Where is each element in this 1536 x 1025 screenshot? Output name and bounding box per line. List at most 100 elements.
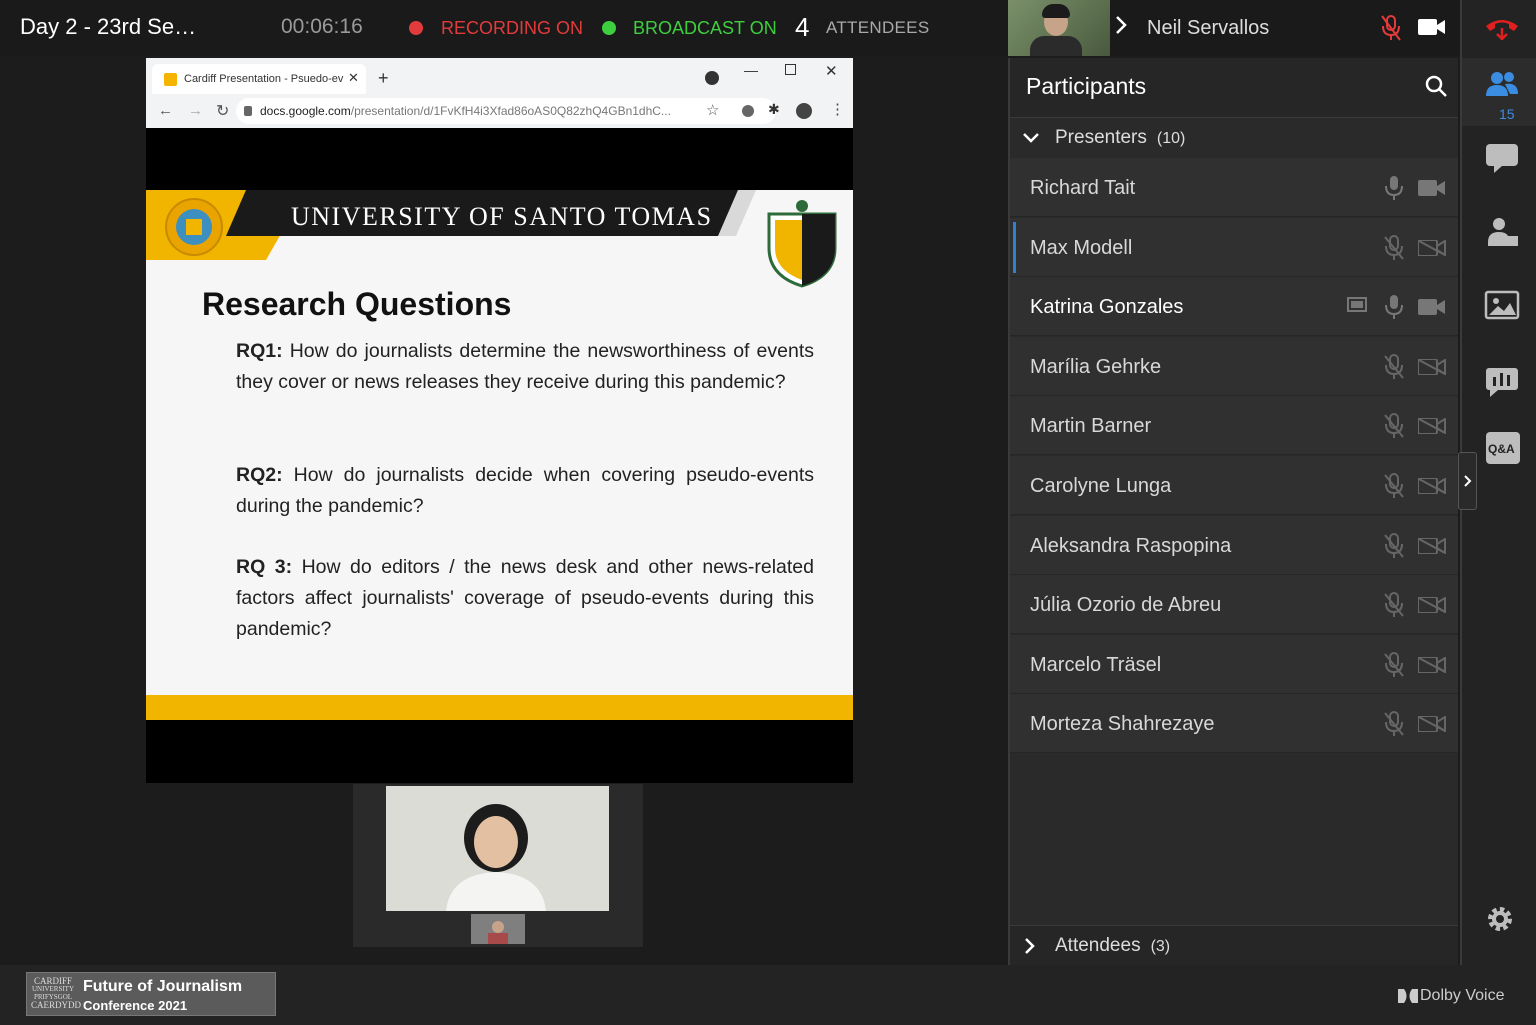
participant-name: Morteza Shahrezaye [1030, 713, 1215, 735]
recording-status: RECORDING ON [441, 18, 584, 38]
settings-gear-icon[interactable] [1484, 903, 1516, 940]
search-icon[interactable] [1424, 74, 1448, 103]
attendees-section-header[interactable]: Attendees (3) [1010, 925, 1458, 965]
mic-icon [1385, 295, 1403, 319]
record-extension-icon[interactable] [705, 71, 719, 85]
maximize-icon[interactable] [785, 64, 796, 75]
mic-muted-icon[interactable] [1380, 14, 1402, 47]
qa-icon[interactable]: Q&A [1486, 432, 1520, 464]
camera-icon [1418, 180, 1445, 196]
participant-name: Marcelo Träsel [1030, 654, 1162, 676]
camera-off-icon [1418, 538, 1446, 554]
participant-name: Carolyne Lunga [1030, 475, 1172, 497]
camera-off-icon [1418, 716, 1446, 732]
attendee-count: 4 [795, 12, 810, 42]
image-share-icon[interactable] [1484, 290, 1520, 322]
bottom-bar: CARDIFF UNIVERSITY PRIFYSGOL CAERDYDD Fu… [0, 965, 1536, 1025]
participant-row[interactable]: Max Modell [1010, 218, 1458, 277]
participant-row[interactable]: Carolyne Lunga [1010, 456, 1458, 515]
participants-count-badge: 15 [1499, 106, 1515, 122]
address-bar[interactable]: docs.google.com/presentation/d/1FvKfH4i3… [236, 98, 776, 124]
dolby-logo-icon [1398, 989, 1418, 1008]
meeting-timer: 00:06:16 [281, 15, 363, 38]
conference-year: Conference 2021 [83, 998, 188, 1013]
pip-video-thumbnail[interactable] [471, 914, 525, 944]
research-question-2: RQ2: How do journalists decide when cove… [236, 460, 814, 522]
presentation-slide: UNIVERSITY OF SANTO TOMAS Research Quest… [146, 190, 853, 720]
bookmark-star-icon[interactable]: ☆ [706, 101, 719, 119]
participant-row[interactable]: Júlia Ozorio de Abreu [1010, 575, 1458, 634]
cardiff-logo-line1: CARDIFF [33, 976, 72, 986]
qa-label: Q&A [1488, 442, 1515, 456]
camera-icon[interactable] [1418, 18, 1446, 41]
poll-icon[interactable] [1484, 366, 1520, 398]
back-icon[interactable]: ← [158, 102, 173, 119]
rq3-label: RQ 3: [236, 556, 293, 578]
slide-title: Research Questions [202, 286, 512, 322]
participant-row[interactable]: Marília Gehrke [1010, 337, 1458, 396]
rq2-label: RQ2: [236, 464, 283, 486]
camera-off-icon [1418, 657, 1446, 673]
tab-title: Cardiff Presentation - Psuedo-ev [184, 73, 344, 85]
broadcast-status: BROADCAST ON [633, 18, 777, 38]
chevron-right-icon[interactable] [1114, 14, 1128, 42]
hangup-icon[interactable] [1484, 12, 1520, 45]
participant-row[interactable]: Martin Barner [1010, 396, 1458, 455]
participant-row[interactable]: Marcelo Träsel [1010, 635, 1458, 694]
camera-off-icon [1418, 478, 1446, 494]
panel-collapse-handle[interactable] [1458, 452, 1477, 510]
mic-muted-icon [1384, 354, 1404, 379]
meeting-title: Day 2 - 23rd Se… [20, 14, 197, 39]
camera-off-icon [1418, 240, 1446, 256]
minimize-icon[interactable]: — [744, 62, 758, 78]
panel-header: Participants [1010, 58, 1458, 118]
participant-name: Richard Tait [1030, 177, 1136, 199]
university-name: UNIVERSITY OF SANTO TOMAS [291, 202, 713, 231]
cardiff-logo-line4: CAERDYDD [31, 1000, 82, 1010]
participant-row[interactable]: Richard Tait [1010, 158, 1458, 217]
participant-status-icons [1346, 175, 1450, 201]
close-window-icon[interactable]: ✕ [825, 62, 838, 80]
extensions-puzzle-icon[interactable]: ✱ [768, 101, 780, 118]
slides-icon [164, 73, 177, 86]
camera-off-icon [1418, 597, 1446, 613]
participant-status-icons [1346, 533, 1450, 559]
close-tab-icon[interactable]: ✕ [348, 70, 359, 86]
chat-icon[interactable] [1484, 142, 1520, 174]
participants-icon[interactable] [1484, 70, 1520, 102]
browser-tab[interactable]: Cardiff Presentation - Psuedo-ev ✕ [152, 64, 366, 94]
self-video-thumbnail[interactable] [1008, 0, 1110, 56]
menu-kebab-icon[interactable]: ⋮ [830, 100, 845, 118]
participant-name: Max Modell [1030, 237, 1133, 259]
chevron-right-icon [1024, 937, 1036, 960]
rq3-text: How do editors / the news desk and other… [236, 556, 814, 640]
rq2-text: How do journalists decide when covering … [236, 464, 814, 517]
presenters-count: (10) [1156, 130, 1186, 147]
url-domain: docs.google.com [260, 104, 351, 118]
participant-name: Marília Gehrke [1030, 356, 1162, 378]
browser-chrome: Cardiff Presentation - Psuedo-ev ✕ + — ✕… [146, 58, 853, 128]
mic-muted-icon [1384, 473, 1404, 498]
participant-row[interactable]: Katrina Gonzales [1010, 277, 1458, 336]
participant-name: Katrina Gonzales [1030, 296, 1184, 318]
participant-status-icons [1346, 235, 1450, 261]
conference-logo: CARDIFF UNIVERSITY PRIFYSGOL CAERDYDD Fu… [26, 972, 276, 1016]
extension-icon[interactable] [742, 105, 754, 117]
forward-icon[interactable]: → [188, 102, 203, 119]
participant-status-icons [1346, 354, 1450, 380]
research-question-1: RQ1: How do journalists determine the ne… [236, 336, 814, 398]
participant-row[interactable]: Aleksandra Raspopina [1010, 516, 1458, 575]
new-tab-icon[interactable]: + [378, 68, 389, 89]
attendees-label: Attendees [1055, 935, 1141, 956]
presenters-section-header[interactable]: Presenters (10) [1010, 119, 1458, 157]
presenter-icon[interactable] [1484, 216, 1520, 248]
participant-status-icons [1346, 413, 1450, 439]
self-name: Neil Servallos [1147, 17, 1270, 39]
participant-status-icons [1346, 652, 1450, 678]
broadcast-dot-icon [602, 21, 616, 35]
participant-row[interactable]: Morteza Shahrezaye [1010, 694, 1458, 753]
reload-icon[interactable]: ↻ [216, 101, 229, 121]
profile-avatar[interactable] [796, 103, 812, 119]
camera-off-icon [1418, 418, 1446, 434]
presenter-video-feed [386, 786, 609, 911]
